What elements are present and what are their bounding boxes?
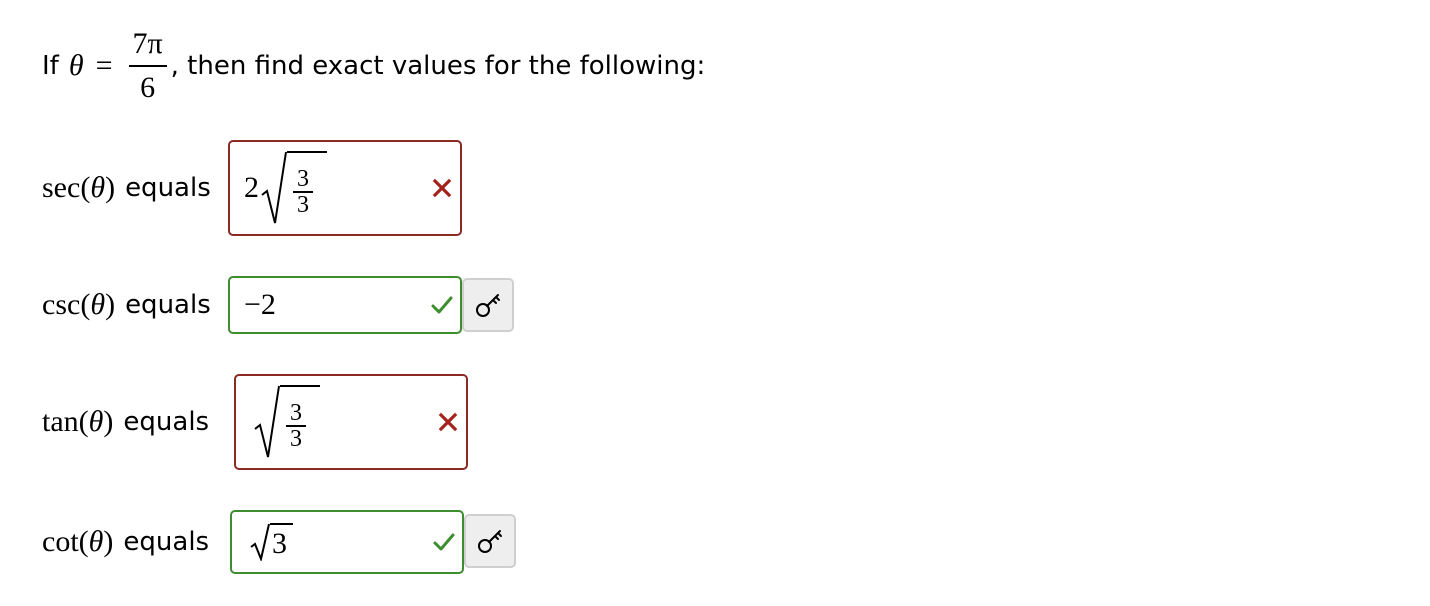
tan-row: tan(θ) equals <box>42 374 209 470</box>
sec-row: sec(θ) equals <box>42 140 211 236</box>
radical-sign-icon <box>261 151 287 224</box>
function-name: tan <box>42 405 79 438</box>
cross-icon <box>438 412 458 432</box>
function-arg: θ <box>88 525 104 558</box>
radicand-fraction: 3 3 <box>293 167 313 217</box>
function-arg: θ <box>90 171 106 204</box>
csc-label: csc(θ) equals <box>42 288 211 321</box>
function-arg: θ <box>90 288 106 321</box>
sqrt-expression: 3 3 <box>261 151 327 225</box>
question-theta: θ <box>68 49 84 82</box>
question-prompt: If θ = 7π 6 , then find exact values for… <box>42 26 705 106</box>
tan-answer-value: 3 3 <box>254 376 320 468</box>
cot-answer-value: 3 <box>250 512 293 572</box>
csc-answer-value: −2 <box>244 288 276 321</box>
csc-row: csc(θ) equals <box>42 276 211 334</box>
sec-answer-field[interactable]: 2 3 3 <box>228 140 462 236</box>
radicand-numerator: 3 <box>297 166 309 192</box>
cot-row: cot(θ) equals <box>42 510 209 574</box>
sqrt-expression: 3 <box>250 523 293 561</box>
equals-word: equals <box>123 527 210 557</box>
radical-sign-icon <box>254 385 280 458</box>
csc-answer-field[interactable]: −2 <box>228 276 462 334</box>
tan-label: tan(θ) equals <box>42 405 210 438</box>
radicand: 3 <box>272 527 287 560</box>
radicand-denominator: 3 <box>297 192 309 218</box>
function-name: csc <box>42 288 81 321</box>
key-icon <box>478 530 502 553</box>
radicand-fraction: 3 3 <box>286 401 306 451</box>
function-name: sec <box>42 171 81 204</box>
fraction-denominator: 6 <box>140 71 156 104</box>
key-icon <box>476 294 500 317</box>
question-equals-sign: = <box>95 49 113 82</box>
question-prefix: If <box>42 51 59 81</box>
question-suffix: , then find exact values for the followi… <box>170 51 706 81</box>
function-arg: θ <box>88 405 104 438</box>
function-name: cot <box>42 525 79 558</box>
sec-label: sec(θ) equals <box>42 171 211 204</box>
equals-word: equals <box>123 407 210 437</box>
cross-icon <box>432 178 452 198</box>
check-icon <box>433 533 455 551</box>
radicand-denominator: 3 <box>290 426 302 452</box>
fraction-numerator: 7π <box>132 27 163 60</box>
check-icon <box>431 296 453 314</box>
radical-sign-icon <box>250 523 270 561</box>
question-fraction: 7π 6 <box>128 27 167 104</box>
tan-answer-field[interactable]: 3 3 <box>234 374 468 470</box>
radicand-numerator: 3 <box>290 400 302 426</box>
cot-answer-field[interactable]: 3 <box>230 510 464 574</box>
answer-coefficient: 2 <box>244 171 259 204</box>
cot-label: cot(θ) equals <box>42 525 210 558</box>
equals-word: equals <box>125 173 211 203</box>
csc-show-answer-button[interactable] <box>462 278 514 332</box>
cot-show-answer-button[interactable] <box>464 514 516 568</box>
sec-answer-value: 2 3 3 <box>244 142 327 234</box>
equals-word: equals <box>125 290 211 320</box>
sqrt-expression: 3 3 <box>254 385 320 459</box>
